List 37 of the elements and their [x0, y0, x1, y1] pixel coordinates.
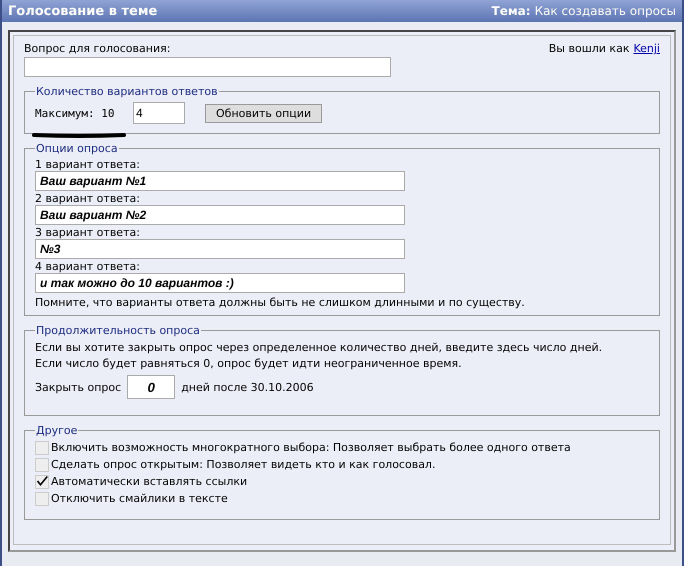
answer-field[interactable]: Ваш вариант №1 — [35, 171, 405, 191]
checkbox-label: Включить возможность многократного выбора: Позволяет выбрать более одного ответа — [51, 441, 571, 454]
login-text: Вы вошли как — [548, 42, 630, 55]
field-label: Закрыть опрос — [35, 380, 122, 394]
checkbox[interactable] — [35, 474, 49, 488]
checkbox[interactable] — [35, 440, 49, 454]
question-field[interactable] — [24, 57, 391, 77]
hint-text: Если число будет равняться 0, опрос будет идти неограниченное время. — [35, 356, 462, 371]
topic-title: Как создавать опросы — [534, 4, 676, 18]
topic-label: Тема: — [492, 4, 531, 18]
count-field[interactable]: 4 — [133, 102, 185, 124]
answer-field[interactable]: №3 — [35, 239, 405, 259]
hint-text: Если вы хотите закрыть опрос через определенное количество дней, введите здесь число дней. — [35, 340, 602, 355]
field-label: 4 вариант ответа: — [35, 260, 140, 273]
field-label: 1 вариант ответа: — [35, 158, 140, 171]
user-link[interactable]: Kenji — [633, 42, 660, 55]
fieldset-legend: Продолжительность опроса — [35, 324, 201, 337]
answer-field[interactable]: Ваш вариант №2 — [35, 205, 405, 225]
fieldset-legend: Другое — [35, 424, 78, 437]
field-label: Вопрос для голосования: — [24, 42, 172, 55]
days-field[interactable]: 0 — [127, 375, 176, 399]
checkbox-label: Сделать опрос открытым: Позволяет видеть кто и как голосовал. — [51, 458, 436, 471]
checkmark-icon — [36, 474, 48, 488]
field-label: 2 вариант ответа: — [35, 192, 140, 205]
fieldset-legend: Опции опроса — [35, 142, 119, 155]
fieldset-legend: Количество вариантов ответов — [35, 85, 219, 98]
checkbox-label: Отключить смайлики в тексте — [51, 492, 228, 505]
field-label: 3 вариант ответа: — [35, 226, 140, 239]
checkbox-label: Автоматически вставлять ссылки — [51, 475, 248, 488]
checkbox[interactable] — [35, 458, 49, 472]
update-options-button[interactable]: Обновить опции — [205, 104, 322, 122]
window-title: Голосование в теме — [8, 4, 158, 18]
note-text: Помните, что варианты ответа должны быть не слишком длинными и по существу. — [35, 296, 525, 309]
field-label: дней после 30.10.2006 — [181, 380, 314, 394]
checkbox[interactable] — [35, 492, 49, 506]
max-label: Максимум: 10 — [35, 106, 116, 120]
answer-field[interactable]: и так можно до 10 вариантов :) — [35, 273, 405, 293]
